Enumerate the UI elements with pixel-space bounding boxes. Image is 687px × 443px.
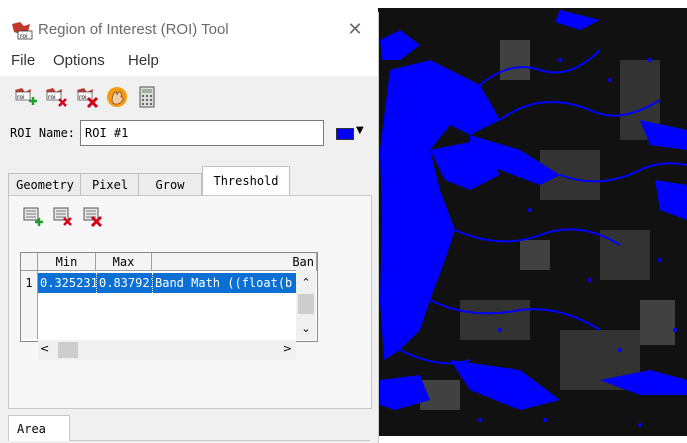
svg-text:roi: roi bbox=[17, 94, 25, 101]
roi-add-icon[interactable]: roi bbox=[12, 84, 38, 110]
vertical-scrollbar[interactable]: ⌃ ⌄ bbox=[296, 270, 316, 340]
roi-color-swatch[interactable] bbox=[336, 128, 354, 140]
svg-text:roi: roi bbox=[48, 94, 56, 101]
horizontal-scrollbar[interactable]: < > bbox=[38, 340, 296, 360]
column-header-min[interactable]: Min bbox=[38, 253, 96, 271]
horizontal-scroll-thumb[interactable] bbox=[58, 342, 78, 358]
roi-tool-window: roi Region of Interest (ROI) Tool ✕ File… bbox=[0, 12, 379, 443]
close-icon[interactable]: ✕ bbox=[344, 19, 366, 41]
scroll-right-icon[interactable]: > bbox=[283, 342, 292, 355]
cell-max[interactable]: 0.837921 bbox=[96, 273, 152, 293]
roi-app-icon: roi bbox=[12, 22, 33, 40]
hand-icon[interactable] bbox=[104, 84, 130, 110]
roi-name-field[interactable]: ROI #1 bbox=[80, 120, 324, 146]
cell-min[interactable]: 0.325231 bbox=[38, 273, 96, 293]
scroll-left-icon[interactable]: < bbox=[40, 342, 49, 355]
scroll-up-icon[interactable]: ⌃ bbox=[296, 276, 316, 289]
tab-threshold[interactable]: Threshold bbox=[202, 166, 290, 197]
calculator-icon[interactable] bbox=[134, 84, 160, 110]
threshold-add-icon[interactable] bbox=[22, 205, 44, 227]
svg-text:roi: roi bbox=[20, 33, 28, 40]
table-corner-header bbox=[21, 253, 38, 271]
window-title: Region of Interest (ROI) Tool bbox=[38, 21, 229, 38]
tab-area[interactable]: Area bbox=[8, 415, 70, 441]
tab-pixel[interactable]: Pixel bbox=[80, 173, 140, 196]
roi-delete-all-icon[interactable]: roi bbox=[74, 84, 100, 110]
menu-help[interactable]: Help bbox=[128, 52, 159, 69]
roi-toolbar: roi roi roi bbox=[0, 80, 378, 114]
row-header: 1 bbox=[21, 271, 38, 339]
menu-bar: File Options Help bbox=[0, 46, 378, 76]
svg-text:roi: roi bbox=[79, 94, 87, 101]
menu-options[interactable]: Options bbox=[53, 52, 105, 69]
menu-file[interactable]: File bbox=[11, 52, 35, 69]
color-dropdown-icon[interactable]: ▼ bbox=[356, 125, 364, 136]
threshold-delete-icon[interactable] bbox=[52, 205, 74, 227]
threshold-table: Min Max Ban 1 0.325231 0.837921 Band Mat… bbox=[20, 252, 318, 342]
column-header-band[interactable]: Ban bbox=[152, 253, 317, 271]
cell-band[interactable]: Band Math ((float(b bbox=[152, 273, 297, 293]
roi-name-label: ROI Name: bbox=[10, 126, 76, 140]
roi-delete-icon[interactable]: roi bbox=[43, 84, 69, 110]
vertical-scroll-thumb[interactable] bbox=[298, 294, 314, 314]
threshold-delete-all-icon[interactable] bbox=[82, 205, 104, 227]
tab-grow[interactable]: Grow bbox=[138, 173, 202, 196]
scroll-down-icon[interactable]: ⌄ bbox=[296, 322, 316, 335]
area-tab-divider bbox=[70, 440, 370, 441]
row-number: 1 bbox=[25, 276, 33, 290]
tab-geometry[interactable]: Geometry bbox=[8, 173, 82, 196]
column-header-max[interactable]: Max bbox=[96, 253, 152, 271]
title-bar[interactable]: roi Region of Interest (ROI) Tool ✕ bbox=[0, 12, 378, 46]
